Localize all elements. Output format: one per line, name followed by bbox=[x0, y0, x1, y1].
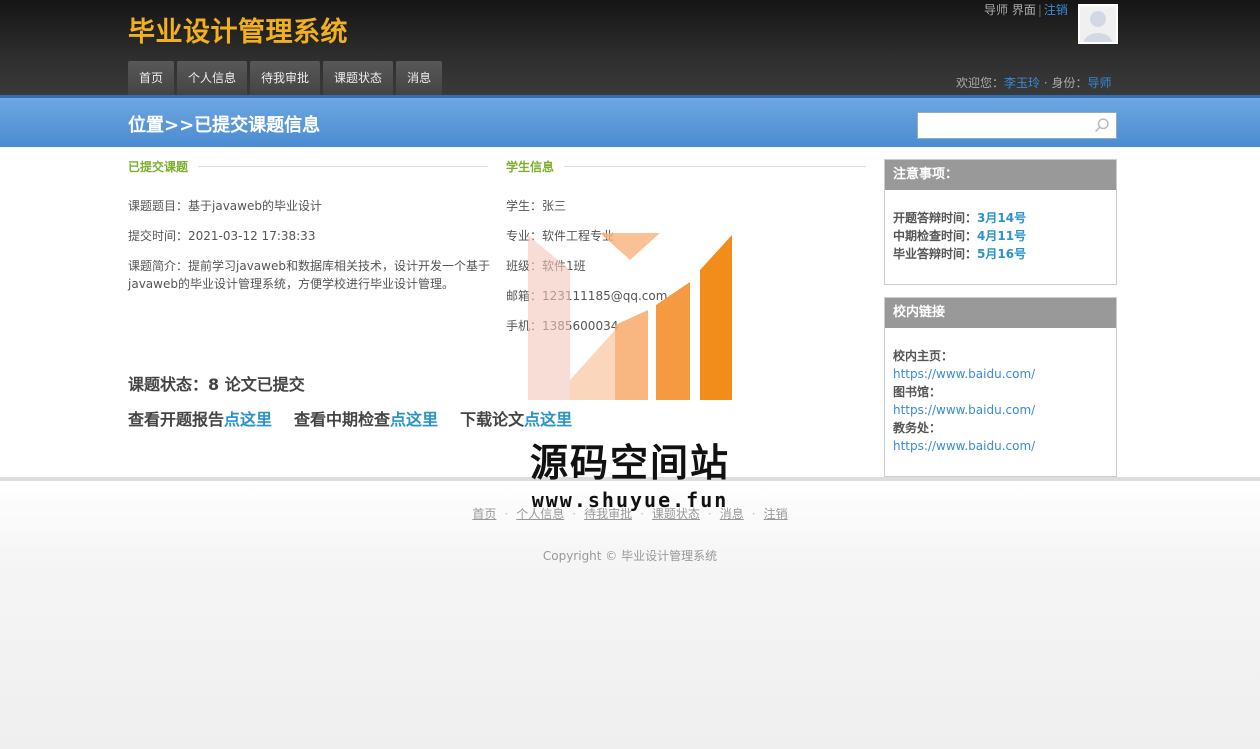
topic-title: 课题题目：基于javaweb的毕业设计 bbox=[128, 199, 322, 213]
notice-box: 注意事项： 开题答辩时间：3月14号 中期检查时间：4月11号 毕业答辩时间：5… bbox=[884, 159, 1117, 285]
search-input[interactable] bbox=[918, 113, 1088, 138]
search-box bbox=[917, 112, 1117, 139]
student-section-title: 学生信息 bbox=[506, 160, 555, 174]
page-title: 位置>>已提交课题信息 bbox=[128, 115, 321, 136]
divider bbox=[198, 166, 489, 167]
nav-pending-approval[interactable]: 待我审批 bbox=[250, 61, 321, 95]
download-label: 下载论文 bbox=[460, 410, 525, 429]
topic-status: 课题状态：8 论文已提交 bbox=[128, 375, 305, 394]
library-link[interactable]: https://www.baidu.com/ bbox=[893, 401, 1108, 419]
download-action: 下载论文点这里 bbox=[460, 406, 572, 430]
identity-link[interactable]: 导师 bbox=[1087, 76, 1111, 90]
role-label: 导师 界面 bbox=[984, 3, 1036, 17]
location-bar: 位置>>已提交课题信息 bbox=[0, 95, 1260, 147]
student-class: 班级：软件1班 bbox=[506, 259, 586, 273]
campus-home-link[interactable]: https://www.baidu.com/ bbox=[893, 365, 1108, 383]
nav-profile[interactable]: 个人信息 bbox=[177, 61, 248, 95]
notice-item: 中期检查时间：4月11号 bbox=[893, 229, 1027, 243]
watermark-url: www.shuyue.fun bbox=[531, 488, 729, 512]
divider bbox=[564, 166, 867, 167]
action-links: 查看开题报告点这里 查看中期检查点这里 下载论文点这里 bbox=[128, 406, 572, 430]
separator: | bbox=[1037, 3, 1042, 17]
footer-link-logout[interactable]: 注销 bbox=[764, 507, 788, 521]
student-major: 专业：软件工程专业 bbox=[506, 229, 615, 243]
campus-link-label: 图书馆： bbox=[893, 385, 942, 399]
campus-link-label: 教务处： bbox=[893, 421, 942, 435]
copyright: Copyright © 毕业设计管理系统 bbox=[542, 549, 718, 563]
student-name: 学生：张三 bbox=[506, 199, 567, 213]
avatar[interactable] bbox=[1078, 4, 1118, 44]
header: 毕业设计管理系统 导师 界面 | 注销 首页 个人信息 待我审批 课题状态 消息 欢… bbox=[0, 0, 1260, 95]
campus-links-box: 校内链接 校内主页： https://www.baidu.com/ 图书馆： h… bbox=[884, 297, 1117, 477]
footer: 首页 · 个人信息 · 待我审批 · 课题状态 · 消息 · 注销 Copyright © 毕业设计… bbox=[0, 477, 1260, 749]
site-title: 毕业设计管理系统 bbox=[128, 17, 348, 48]
watermark-text: 源码空间站 bbox=[529, 441, 730, 485]
notice-body: 开题答辩时间：3月14号 中期检查时间：4月11号 毕业答辩时间：5月16号 bbox=[885, 190, 1116, 269]
user-name-link[interactable]: 李玉玲 bbox=[1004, 76, 1040, 90]
topic-submit-time: 提交时间：2021-03-12 17:38:33 bbox=[128, 229, 316, 243]
academic-affairs-link[interactable]: https://www.baidu.com/ bbox=[893, 437, 1108, 455]
logout-link[interactable]: 注销 bbox=[1044, 3, 1068, 17]
campus-links-body: 校内主页： https://www.baidu.com/ 图书馆： https:… bbox=[885, 328, 1116, 461]
mid-check-link[interactable]: 点这里 bbox=[390, 410, 438, 429]
top-links: 导师 界面 | 注销 bbox=[984, 1, 1068, 18]
open-report-label: 查看开题报告 bbox=[128, 410, 225, 429]
notice-item: 毕业答辩时间：5月16号 bbox=[893, 247, 1027, 261]
welcome-prefix: 欢迎您： bbox=[956, 76, 1005, 90]
main-nav: 首页 个人信息 待我审批 课题状态 消息 bbox=[128, 61, 443, 95]
footer-link-home[interactable]: 首页 bbox=[472, 507, 496, 521]
nav-messages[interactable]: 消息 bbox=[396, 61, 443, 95]
topic-intro-2: javaweb的毕业设计管理系统，方便学校进行毕业设计管理。 bbox=[128, 277, 454, 291]
notice-title: 注意事项： bbox=[885, 160, 1116, 190]
topic-section-title: 已提交课题 bbox=[128, 160, 189, 174]
open-report-action: 查看开题报告点这里 bbox=[128, 406, 272, 430]
notice-item: 开题答辩时间：3月14号 bbox=[893, 211, 1027, 225]
student-email: 邮箱：123111185@qq.com bbox=[506, 289, 668, 303]
open-report-link[interactable]: 点这里 bbox=[224, 410, 272, 429]
welcome-text: 欢迎您：李玉玲 · 身份：导师 bbox=[956, 74, 1112, 91]
mid-check-action: 查看中期检查点这里 bbox=[294, 406, 438, 430]
user-avatar-icon bbox=[1080, 6, 1116, 42]
campus-links-title: 校内链接 bbox=[885, 298, 1116, 328]
identity-prefix: · 身份： bbox=[1040, 76, 1088, 90]
topic-section-head: 已提交课题 bbox=[128, 158, 489, 175]
topic-intro-1: 课题简介：提前学习javaweb和数据库相关技术，设计开发一个基于 bbox=[128, 259, 490, 273]
nav-home[interactable]: 首页 bbox=[128, 61, 175, 95]
student-section-head: 学生信息 bbox=[506, 158, 867, 175]
nav-topic-status[interactable]: 课题状态 bbox=[323, 61, 394, 95]
mid-check-label: 查看中期检查 bbox=[294, 410, 391, 429]
search-icon[interactable] bbox=[1093, 117, 1110, 134]
download-link[interactable]: 点这里 bbox=[524, 410, 572, 429]
campus-link-label: 校内主页： bbox=[893, 349, 954, 363]
student-phone: 手机：1385600034 bbox=[506, 319, 619, 333]
